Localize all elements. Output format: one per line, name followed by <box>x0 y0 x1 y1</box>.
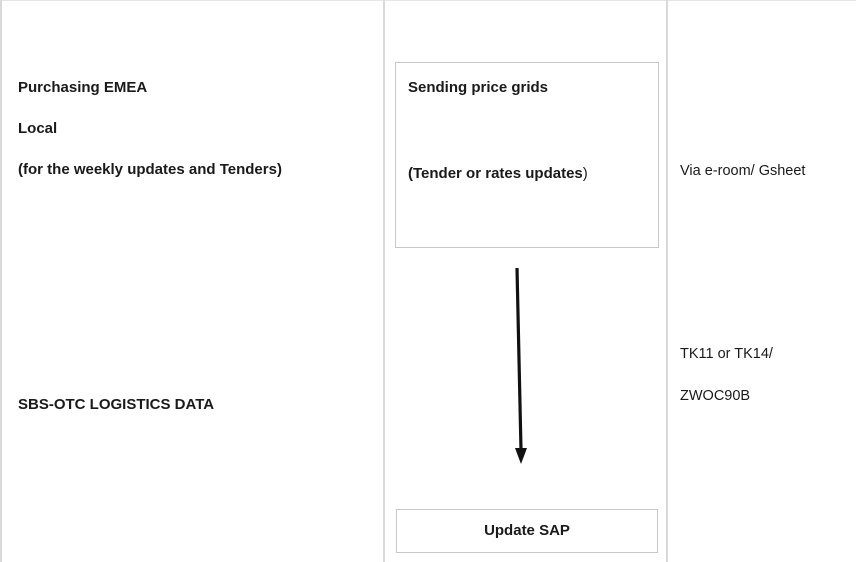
tender-rates-text: (Tender or rates updates) <box>408 165 588 183</box>
column-divider-2 <box>666 0 668 562</box>
via-eroom-gsheet-text: Via e-room/ Gsheet <box>680 163 806 179</box>
tk-transaction-text: TK11 or TK14/ <box>680 346 773 362</box>
tender-rates-label: (Tender or rates updates <box>408 165 583 182</box>
update-sap-label: Update SAP <box>484 522 570 539</box>
process-table: Purchasing EMEA Local (for the weekly up… <box>0 0 856 562</box>
down-arrow-icon <box>515 268 527 464</box>
table-top-border <box>0 0 856 1</box>
local-label: Local <box>18 120 58 137</box>
update-sap-box: Update SAP <box>396 509 658 553</box>
purchasing-emea-label: Purchasing EMEA <box>18 79 148 96</box>
sbs-otc-label: SBS-OTC LOGISTICS DATA <box>18 396 215 413</box>
column-divider-1 <box>383 0 385 562</box>
weekly-updates-note: (for the weekly updates and Tenders) <box>18 161 282 178</box>
sending-price-grids-title: Sending price grids <box>408 79 549 96</box>
tender-close-paren: ) <box>582 165 588 182</box>
table-left-border <box>0 0 2 562</box>
zwoc-transaction-text: ZWOC90B <box>680 388 751 404</box>
sending-price-grids-box: Sending price grids (Tender or rates upd… <box>395 62 659 248</box>
